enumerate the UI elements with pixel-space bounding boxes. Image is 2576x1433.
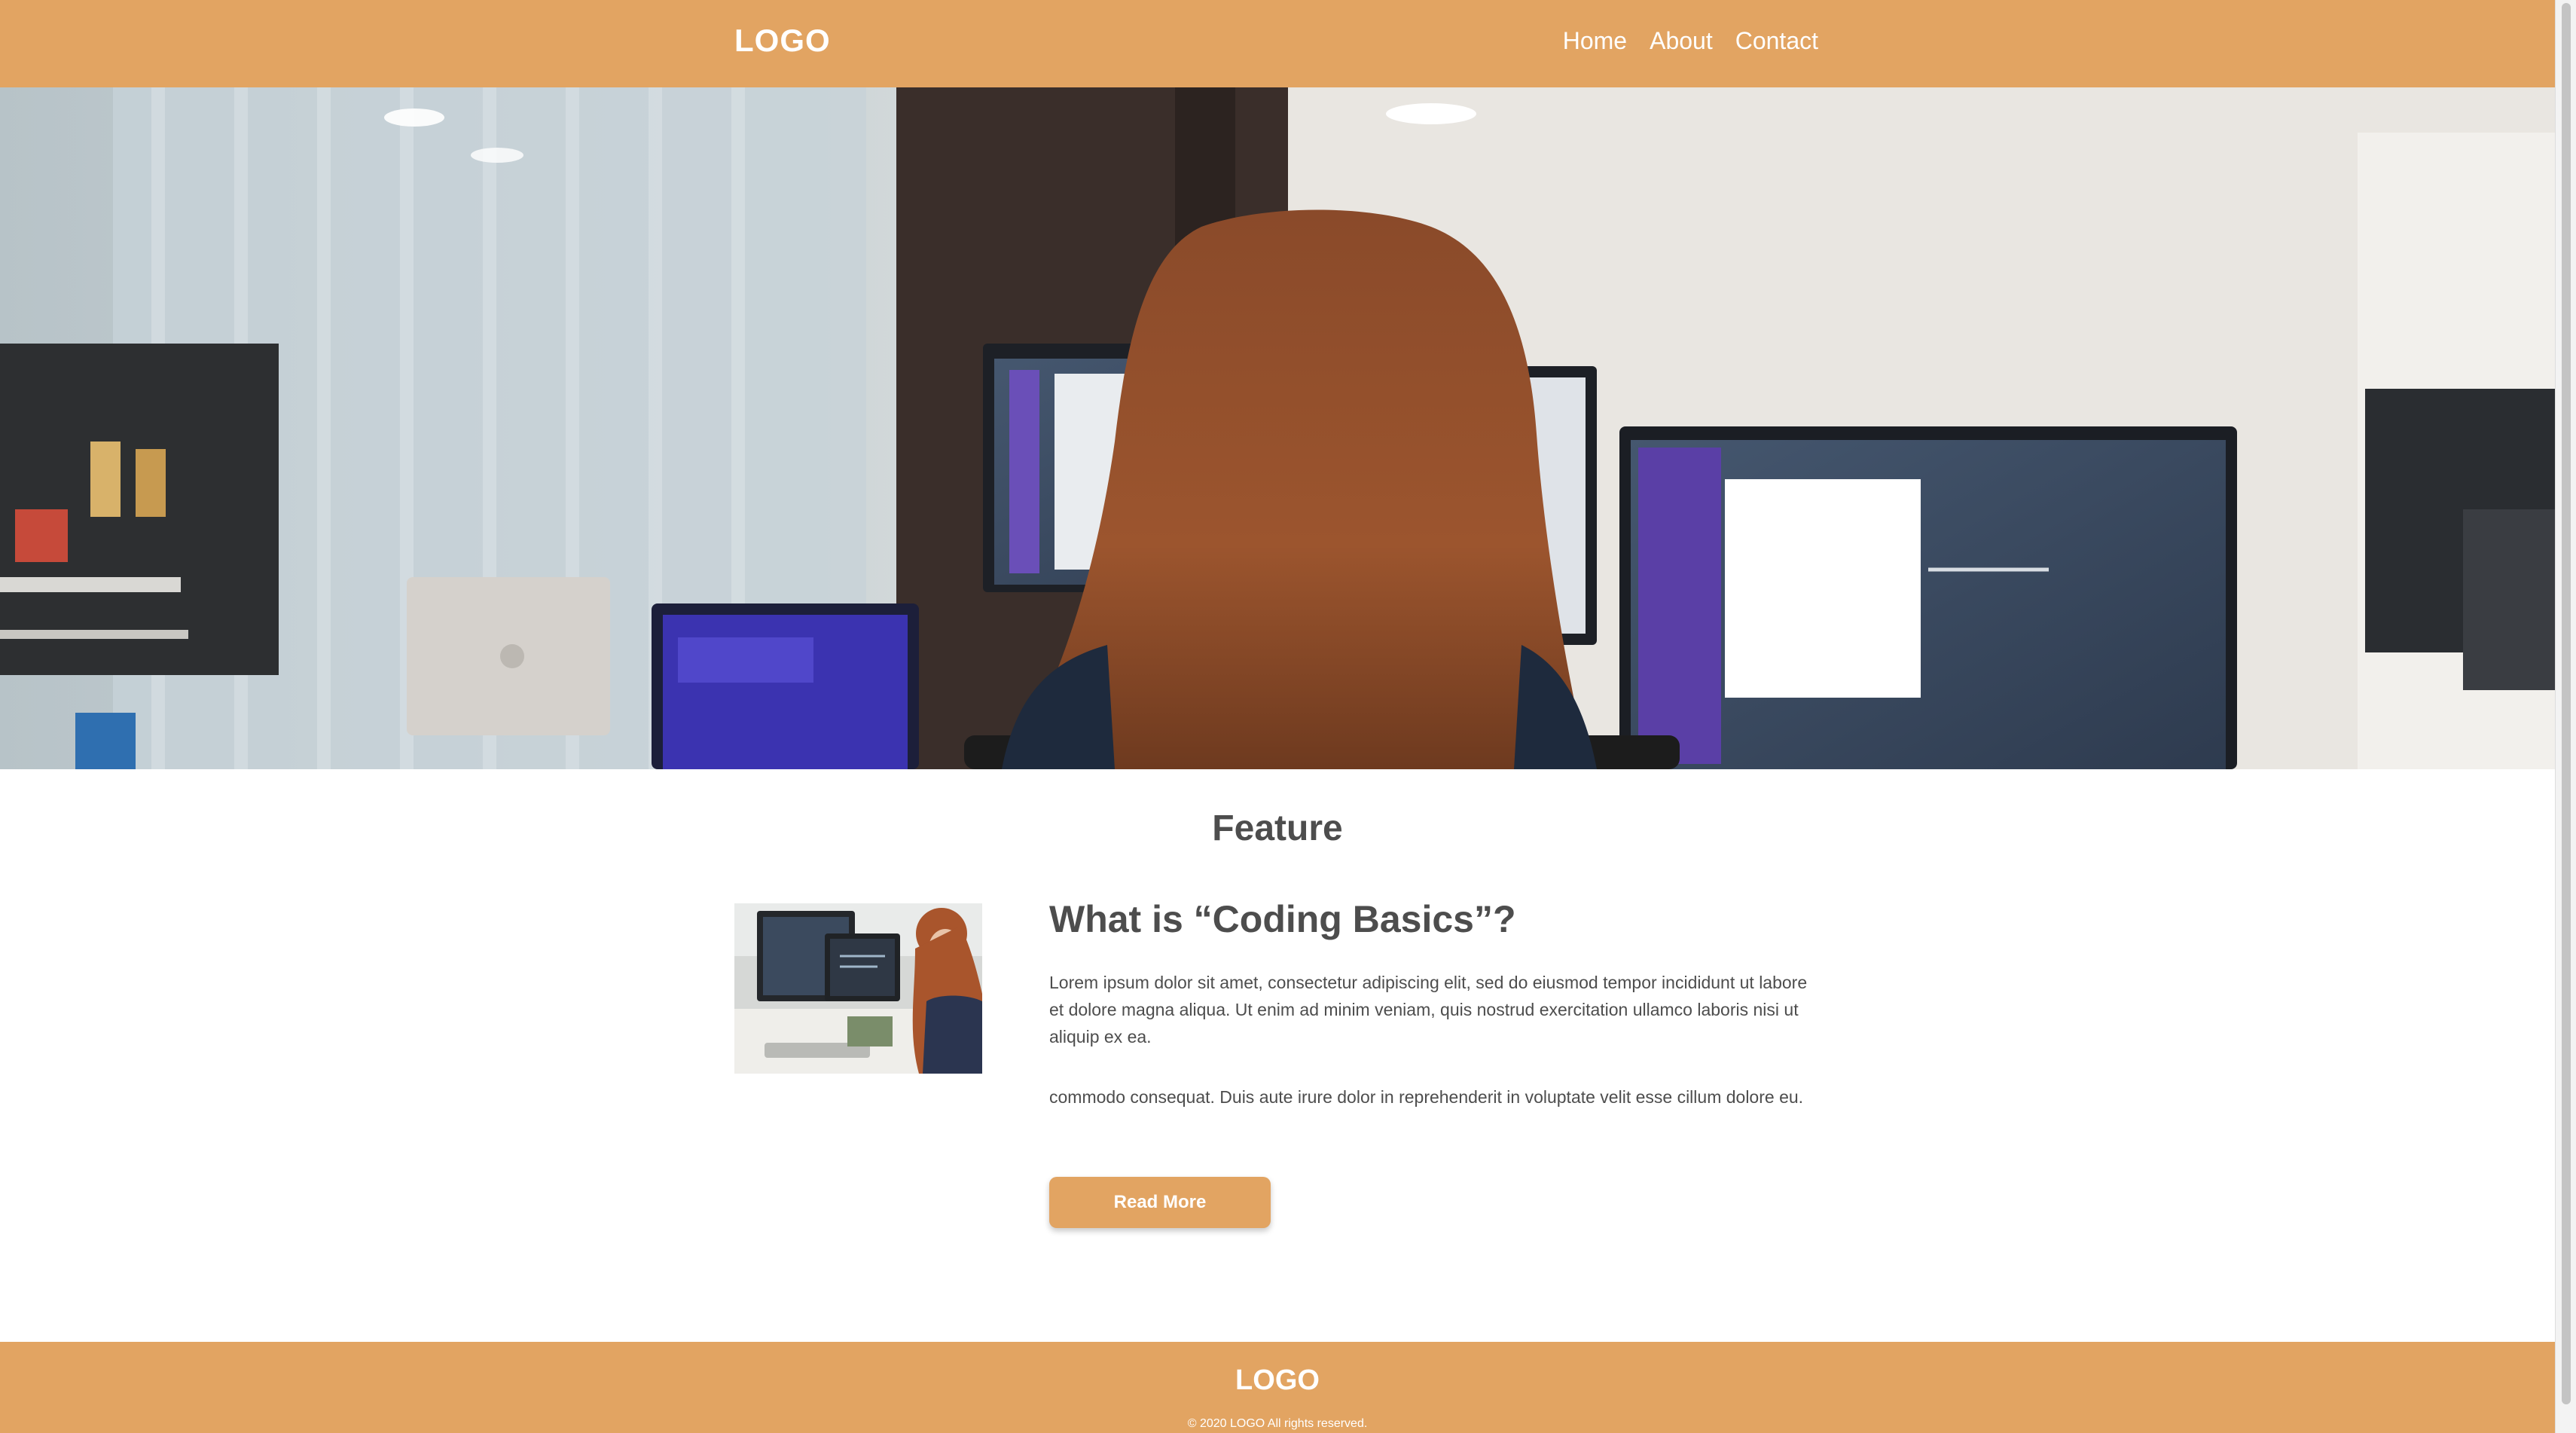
- article-thumbnail[interactable]: [734, 903, 982, 1074]
- nav-link-about[interactable]: About: [1650, 27, 1713, 55]
- footer-logo[interactable]: LOGO: [0, 1364, 2555, 1397]
- nav-link-home[interactable]: Home: [1563, 27, 1627, 55]
- nav-link-contact[interactable]: Contact: [1735, 27, 1818, 55]
- article-paragraph-1: Lorem ipsum dolor sit amet, consectetur …: [1049, 973, 1808, 1046]
- feature-article: What is “Coding Basics”? Lorem ipsum dol…: [1049, 897, 1825, 1111]
- main-nav: Home About Contact: [1563, 27, 1818, 55]
- site-footer: LOGO © 2020 LOGO All rights reserved.: [0, 1342, 2555, 1433]
- page: LOGO Home About Contact Feature What is …: [0, 0, 2576, 1433]
- hero-photo: [0, 87, 2555, 769]
- article-title: What is “Coding Basics”?: [1049, 898, 1516, 940]
- site-header: LOGO Home About Contact: [0, 0, 2555, 87]
- read-more-button[interactable]: Read More: [1049, 1177, 1271, 1228]
- header-logo[interactable]: LOGO: [734, 23, 831, 59]
- vertical-scrollbar[interactable]: [2555, 0, 2576, 1433]
- scrollbar-thumb[interactable]: [2562, 3, 2571, 1404]
- footer-copyright: © 2020 LOGO All rights reserved.: [1187, 1417, 1368, 1430]
- article-paragraph-2: commodo consequat. Duis aute irure dolor…: [1049, 1087, 1804, 1107]
- hero-image: [0, 87, 2555, 769]
- thumbnail-photo: [734, 903, 982, 1074]
- feature-heading: Feature: [1212, 808, 1343, 848]
- page-viewport: LOGO Home About Contact Feature What is …: [0, 0, 2555, 1433]
